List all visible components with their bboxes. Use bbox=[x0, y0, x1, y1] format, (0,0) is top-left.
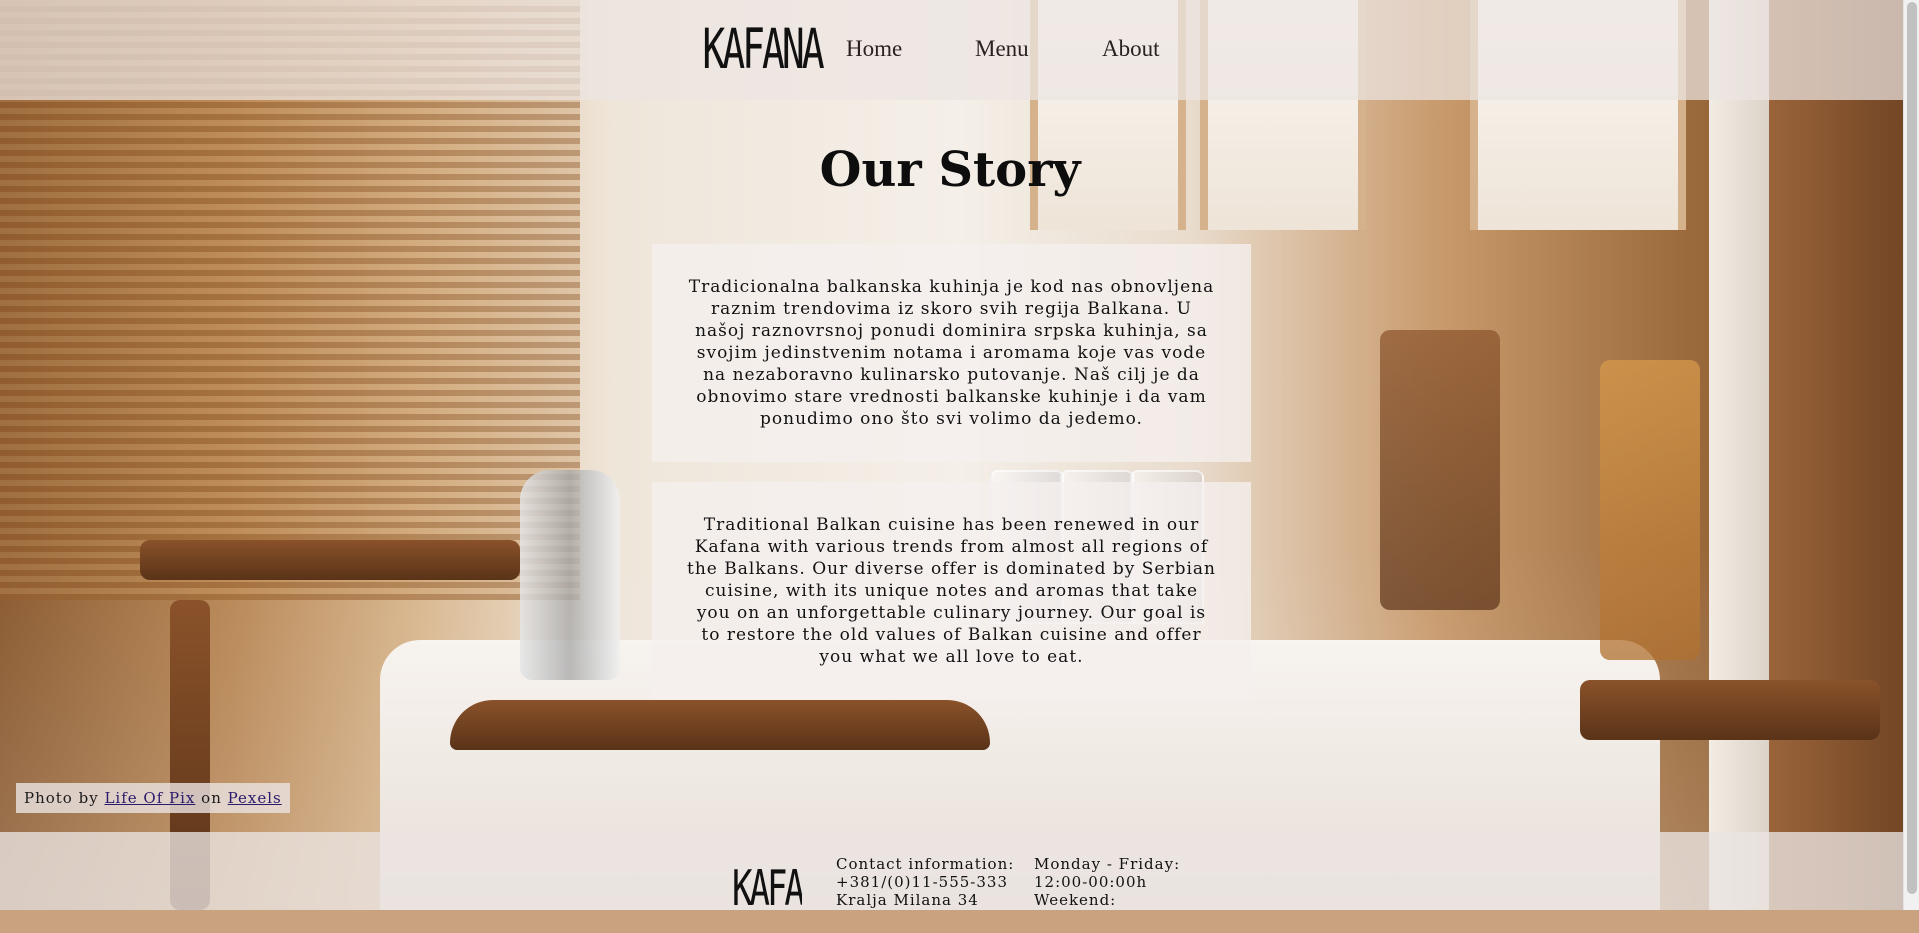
story-english-text: Traditional Balkan cuisine has been rene… bbox=[687, 514, 1216, 667]
chair bbox=[140, 540, 520, 580]
chair bbox=[1600, 360, 1700, 660]
story-english-box: Traditional Balkan cuisine has been rene… bbox=[652, 482, 1251, 699]
chair bbox=[1380, 330, 1500, 610]
oil-bottle bbox=[520, 470, 620, 680]
story-serbian-text: Tradicionalna balkanska kuhinja je kod n… bbox=[688, 277, 1215, 429]
kafana-logo[interactable]: KAFANA bbox=[702, 4, 824, 94]
vertical-scrollbar[interactable] bbox=[1903, 0, 1919, 910]
photo-credit: Photo by Life Of Pix on Pexels bbox=[16, 783, 290, 813]
chair bbox=[450, 700, 990, 750]
story-serbian-box: Tradicionalna balkanska kuhinja je kod n… bbox=[652, 244, 1251, 462]
credit-source-link[interactable]: Pexels bbox=[228, 789, 282, 807]
hours-weekend-label: Weekend: bbox=[1034, 891, 1117, 909]
nav-home-link[interactable]: Home bbox=[846, 36, 902, 62]
contact-heading: Contact information: bbox=[836, 855, 1015, 873]
contact-address: Kralja Milana 34 bbox=[836, 891, 979, 909]
contact-phone: +381/(0)11-555-333 bbox=[836, 873, 1008, 891]
credit-author-link[interactable]: Life Of Pix bbox=[104, 789, 195, 807]
nav-about-link[interactable]: About bbox=[1102, 36, 1160, 62]
footer-contact: Contact information: +381/(0)11-555-333 … bbox=[836, 855, 1014, 909]
credit-middle: on bbox=[195, 789, 228, 807]
chair bbox=[1580, 680, 1880, 740]
hours-weekdays-label: Monday - Friday: bbox=[1034, 855, 1181, 873]
footer-hours: Monday - Friday: 12:00-00:00h Weekend: bbox=[1034, 855, 1180, 909]
footer-logo[interactable]: KAFANA bbox=[732, 860, 802, 933]
nav-menu-link[interactable]: Menu bbox=[975, 36, 1029, 62]
site-header: KAFANA Home Menu About bbox=[0, 0, 1904, 100]
pillar bbox=[1709, 0, 1769, 910]
hours-weekdays-time: 12:00-00:00h bbox=[1034, 873, 1148, 891]
credit-prefix: Photo by bbox=[24, 789, 105, 807]
wooden-wall bbox=[1769, 0, 1919, 910]
page-title: Our Story bbox=[819, 142, 1081, 198]
scrollbar-thumb[interactable] bbox=[1907, 2, 1917, 894]
